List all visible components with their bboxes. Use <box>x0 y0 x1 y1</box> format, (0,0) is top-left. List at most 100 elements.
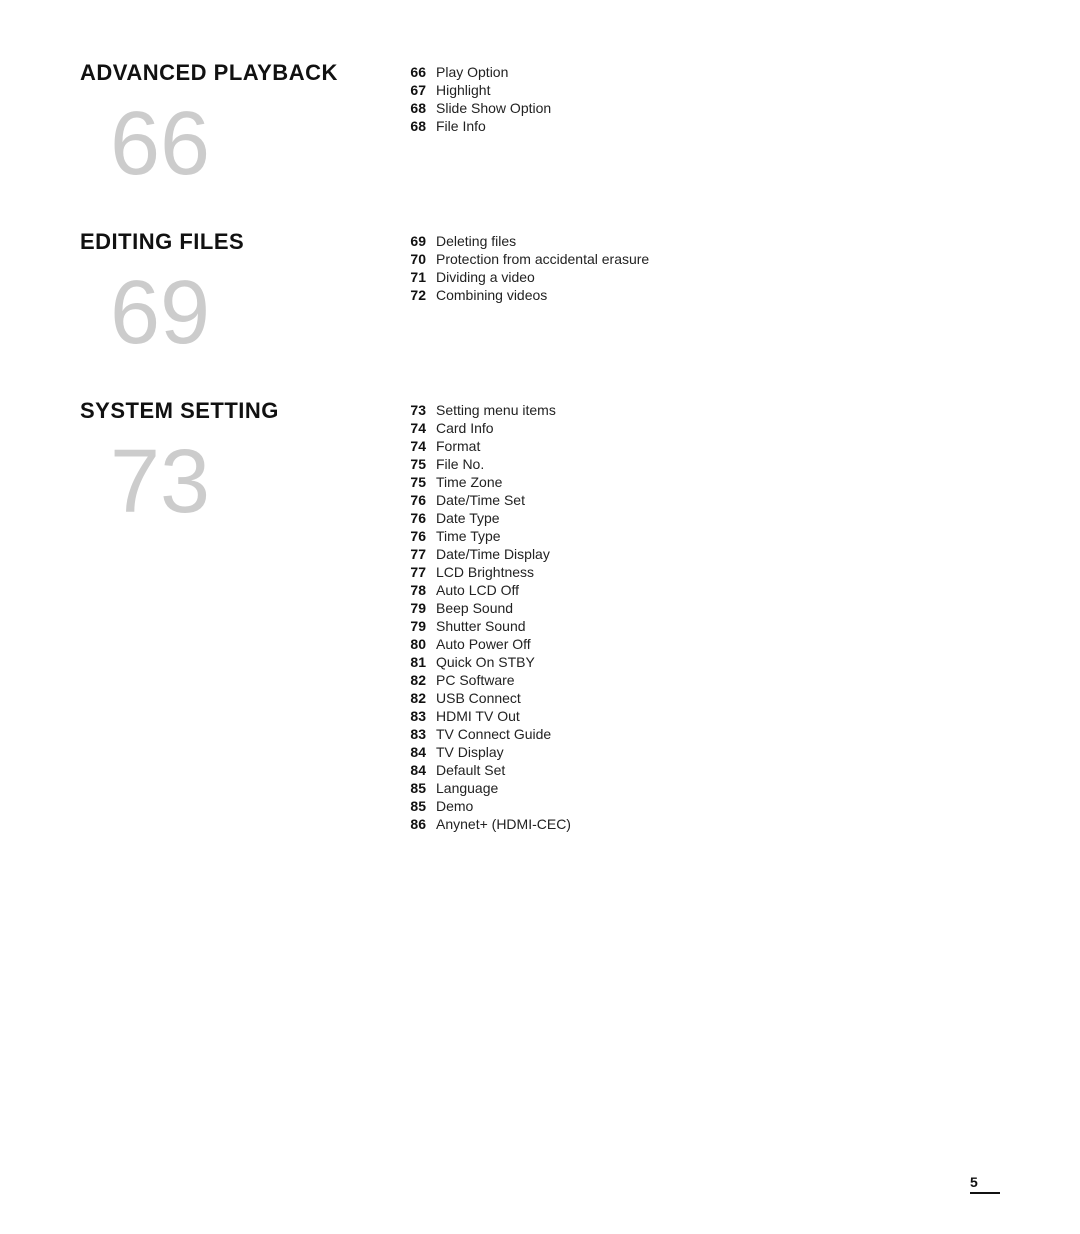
toc-entry: 69Deleting files <box>400 233 1000 249</box>
toc-entry: 71Dividing a video <box>400 269 1000 285</box>
toc-page-number: 80 <box>400 636 436 652</box>
toc-page-number: 82 <box>400 690 436 706</box>
toc-label: Protection from accidental erasure <box>436 251 649 267</box>
toc-page-number: 70 <box>400 251 436 267</box>
toc-entry: 67Highlight <box>400 82 1000 98</box>
toc-label: PC Software <box>436 672 515 688</box>
toc-page-number: 85 <box>400 780 436 796</box>
section-number-large-editing-files: 69 <box>110 268 210 358</box>
toc-label: Highlight <box>436 82 490 98</box>
toc-label: Quick On STBY <box>436 654 535 670</box>
toc-label: USB Connect <box>436 690 521 706</box>
section-system-setting: SYSTEM SETTING7373Setting menu items74Ca… <box>80 398 1000 834</box>
toc-page-number: 76 <box>400 528 436 544</box>
toc-label: TV Display <box>436 744 504 760</box>
section-right-system-setting: 73Setting menu items74Card Info74Format7… <box>400 398 1000 834</box>
page-container: ADVANCED PLAYBACK 66 66Play Option 67Highli… <box>0 0 1080 1234</box>
toc-label: Auto Power Off <box>436 636 531 652</box>
toc-page-number: 72 <box>400 287 436 303</box>
toc-entry: 78Auto LCD Off <box>400 582 1000 598</box>
toc-label: LCD Brightness <box>436 564 534 580</box>
section-left-system-setting: SYSTEM SETTING 73 <box>80 398 400 527</box>
toc-page-number: 77 <box>400 564 436 580</box>
toc-page-number: 79 <box>400 600 436 616</box>
section-left-advanced-playback: ADVANCED PLAYBACK 66 <box>80 60 400 189</box>
toc-page-number: 84 <box>400 762 436 778</box>
toc-label: Beep Sound <box>436 600 513 616</box>
toc-page-number: 75 <box>400 456 436 472</box>
toc-label: Time Type <box>436 528 501 544</box>
toc-entry: 72Combining videos <box>400 287 1000 303</box>
toc-page-number: 74 <box>400 420 436 436</box>
toc-page-number: 77 <box>400 546 436 562</box>
toc-label: File Info <box>436 118 486 134</box>
toc-entry: 77Date/Time Display <box>400 546 1000 562</box>
toc-label: TV Connect Guide <box>436 726 551 742</box>
toc-entry: 74Format <box>400 438 1000 454</box>
toc-page-number: 78 <box>400 582 436 598</box>
toc-page-number: 67 <box>400 82 436 98</box>
toc-entry: 74Card Info <box>400 420 1000 436</box>
toc-label: Format <box>436 438 480 454</box>
toc-page-number: 74 <box>400 438 436 454</box>
toc-entry: 85Language <box>400 780 1000 796</box>
toc-entry: 86Anynet+ (HDMI-CEC) <box>400 816 1000 832</box>
toc-label: Setting menu items <box>436 402 556 418</box>
toc-page-number: 71 <box>400 269 436 285</box>
toc-page-number: 75 <box>400 474 436 490</box>
toc-entry: 68Slide Show Option <box>400 100 1000 116</box>
toc-entry: 68File Info <box>400 118 1000 134</box>
toc-label: File No. <box>436 456 484 472</box>
toc-page-number: 79 <box>400 618 436 634</box>
toc-label: Auto LCD Off <box>436 582 519 598</box>
toc-entry: 66Play Option <box>400 64 1000 80</box>
section-advanced-playback: ADVANCED PLAYBACK 66 66Play Option 67Highli… <box>80 60 1000 189</box>
toc-entry: 81Quick On STBY <box>400 654 1000 670</box>
toc-page-number: 76 <box>400 492 436 508</box>
section-right-editing-files: 69Deleting files 70Protection from accide… <box>400 229 1000 305</box>
toc-label: HDMI TV Out <box>436 708 520 724</box>
toc-entry: 85Demo <box>400 798 1000 814</box>
toc-page-number: 82 <box>400 672 436 688</box>
toc-label: Anynet+ (HDMI-CEC) <box>436 816 571 832</box>
section-editing-files: EDITING FILES6969Deleting files 70Protect… <box>80 229 1000 358</box>
toc-page-number: 83 <box>400 726 436 742</box>
toc-label: Date Type <box>436 510 500 526</box>
toc-page-number: 69 <box>400 233 436 249</box>
toc-page-number: 85 <box>400 798 436 814</box>
section-title-advanced-playback: ADVANCED PLAYBACK <box>80 60 338 86</box>
section-title-system-setting: SYSTEM SETTING <box>80 398 279 424</box>
toc-page-number: 86 <box>400 816 436 832</box>
section-number-large-system-setting: 73 <box>110 437 210 527</box>
page-number-line <box>970 1192 1000 1194</box>
section-left-editing-files: EDITING FILES69 <box>80 229 400 358</box>
toc-label: Slide Show Option <box>436 100 551 116</box>
toc-entry: 79Beep Sound <box>400 600 1000 616</box>
toc-entry: 76Date Type <box>400 510 1000 526</box>
toc-label: Card Info <box>436 420 494 436</box>
toc-entry: 83TV Connect Guide <box>400 726 1000 742</box>
toc-label: Date/Time Display <box>436 546 550 562</box>
toc-page-number: 84 <box>400 744 436 760</box>
toc-label: Combining videos <box>436 287 547 303</box>
section-right-advanced-playback: 66Play Option67Highlight68Slide Show Opt… <box>400 60 1000 136</box>
toc-entry: 76Time Type <box>400 528 1000 544</box>
toc-label: Play Option <box>436 64 508 80</box>
toc-label: Date/Time Set <box>436 492 525 508</box>
toc-entry: 84Default Set <box>400 762 1000 778</box>
toc-label: Time Zone <box>436 474 502 490</box>
toc-page-number: 83 <box>400 708 436 724</box>
toc-page-number: 73 <box>400 402 436 418</box>
toc-page-number: 68 <box>400 118 436 134</box>
toc-label: Dividing a video <box>436 269 535 285</box>
section-number-large-advanced-playback: 66 <box>110 99 210 189</box>
toc-entry: 82USB Connect <box>400 690 1000 706</box>
toc-entry: 75File No. <box>400 456 1000 472</box>
toc-label: Default Set <box>436 762 505 778</box>
toc-entry: 76Date/Time Set <box>400 492 1000 508</box>
toc-entry: 82PC Software <box>400 672 1000 688</box>
toc-label: Shutter Sound <box>436 618 526 634</box>
toc-entry: 75Time Zone <box>400 474 1000 490</box>
toc-label: Demo <box>436 798 473 814</box>
toc-page-number: 68 <box>400 100 436 116</box>
